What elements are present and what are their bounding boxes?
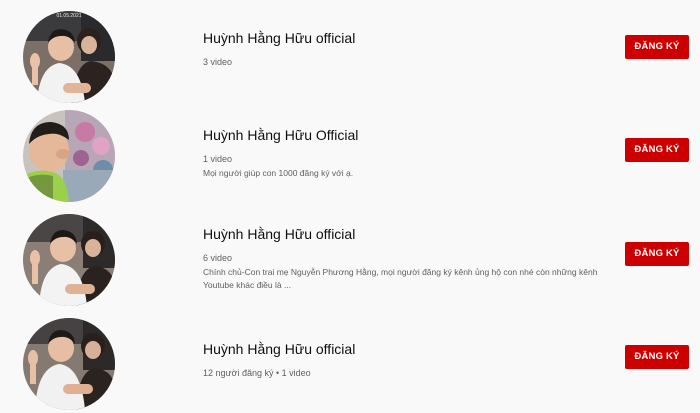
channel-description: Chính chủ-Con trai mẹ Nguyễn Phương Hằng… (203, 267, 598, 290)
channel-avatar[interactable] (23, 318, 115, 410)
channel-avatar[interactable] (23, 214, 115, 306)
channel-avatar[interactable] (23, 110, 115, 202)
channel-avatar[interactable]: 01.05.2021 (23, 11, 115, 103)
channel-name[interactable]: Huỳnh Hằng Hữu Official (203, 126, 603, 144)
channel-info: Huỳnh Hằng Hữu official 12 người đăng ký… (203, 340, 603, 379)
channel-avatar-image (23, 214, 115, 306)
channel-result: 01.05.2021 Huỳnh Hằng Hữu official 3 vid… (0, 9, 700, 105)
channel-info: Huỳnh Hằng Hữu Official 1 video Mọi ngườ… (203, 126, 603, 180)
channel-info: Huỳnh Hằng Hữu official 3 video (203, 29, 603, 68)
subscribe-button[interactable]: ĐĂNG KÝ (625, 345, 689, 369)
channel-name[interactable]: Huỳnh Hằng Hữu official (203, 225, 603, 243)
channel-avatar-image (23, 110, 115, 202)
channel-name[interactable]: Huỳnh Hằng Hữu official (203, 340, 603, 358)
channel-description: Mọi người giúp con 1000 đăng ký với ạ. (203, 168, 354, 178)
channel-result: Huỳnh Hằng Hữu Official 1 video Mọi ngườ… (0, 108, 700, 204)
channel-meta: 6 video (203, 253, 233, 263)
channel-info: Huỳnh Hằng Hữu official 6 video Chính ch… (203, 225, 603, 292)
avatar-date-stamp: 01.05.2021 (56, 13, 82, 19)
channel-result: Huỳnh Hằng Hữu official 12 người đăng ký… (0, 316, 700, 412)
channel-meta: 1 video (203, 154, 233, 164)
channel-name[interactable]: Huỳnh Hằng Hữu official (203, 29, 603, 47)
channel-avatar-image (23, 11, 115, 103)
subscribe-button[interactable]: ĐĂNG KÝ (625, 242, 689, 266)
channel-results-list: 01.05.2021 Huỳnh Hằng Hữu official 3 vid… (0, 0, 700, 413)
subscribe-button[interactable]: ĐĂNG KÝ (625, 35, 689, 59)
channel-meta: 12 người đăng ký • 1 video (203, 368, 311, 378)
channel-result: Huỳnh Hằng Hữu official 6 video Chính ch… (0, 212, 700, 308)
channel-avatar-image (23, 318, 115, 410)
channel-meta: 3 video (203, 57, 233, 67)
subscribe-button[interactable]: ĐĂNG KÝ (625, 138, 689, 162)
